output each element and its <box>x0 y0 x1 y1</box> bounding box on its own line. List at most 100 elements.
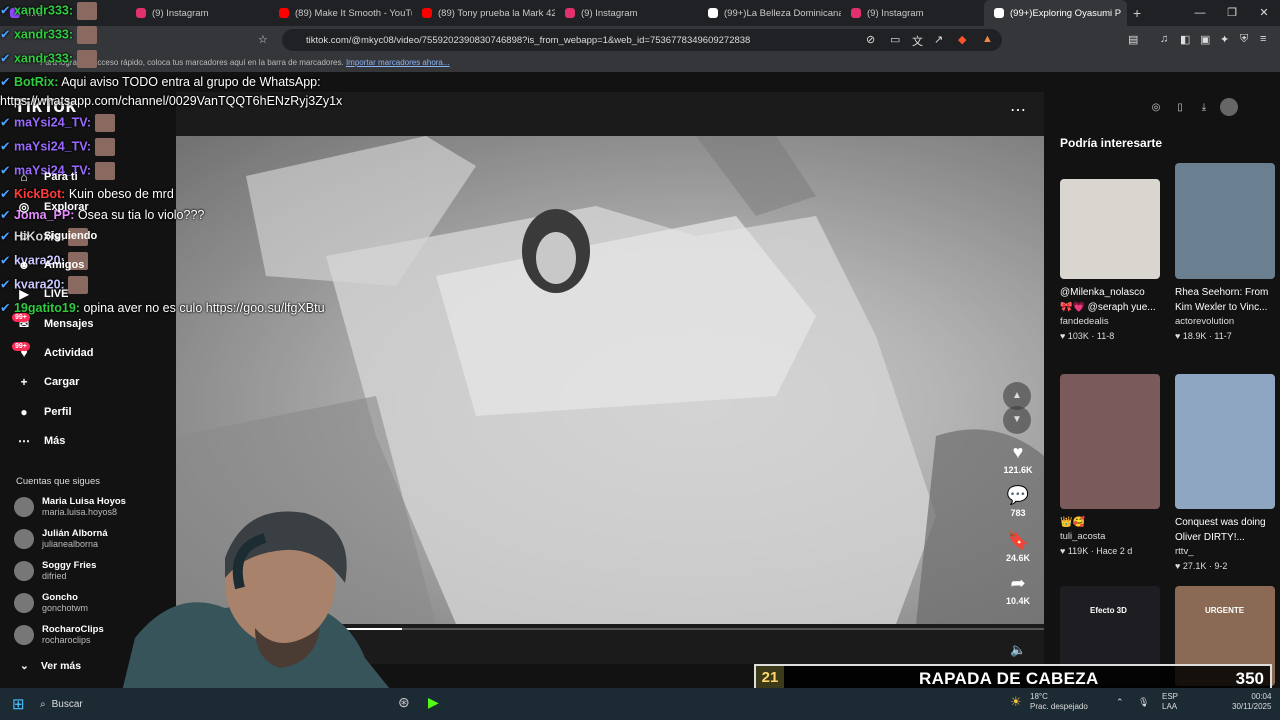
recommended-video-card[interactable]: @Milenka_nolasco 🎀💗 @seraph yue... fandede… <box>1060 179 1160 343</box>
search-icon: ⌕ <box>40 698 46 710</box>
goal-title: RAPADA DE CABEZA <box>919 669 1099 688</box>
nav-item-7[interactable]: + Cargar <box>16 375 79 389</box>
chat-username[interactable]: xandr333: <box>14 3 73 17</box>
share-button[interactable]: ➦ 10.4K <box>998 573 1038 606</box>
volume-icon[interactable]: 🔈 <box>1010 642 1026 658</box>
chat-message: ✔ BotRix: Aqui aviso TODO entra al grupo… <box>0 74 321 89</box>
coin-icon[interactable]: ◎ <box>1148 102 1164 113</box>
import-bookmarks-link[interactable]: Importar marcadores ahora... <box>346 58 450 67</box>
avatar <box>14 561 34 581</box>
video-thumbnail[interactable] <box>1175 163 1275 279</box>
taskbar-search[interactable]: ⌕ Buscar <box>40 694 110 714</box>
recommended-video-card[interactable]: Rhea Seehorn: From Kim Wexler to Vinc... a… <box>1175 163 1275 343</box>
badge-icon: ✔ <box>0 187 14 201</box>
following-item[interactable]: RocharoClips rocharoclips <box>14 624 104 646</box>
sidebar-toggle-icon[interactable]: ▤ <box>1128 33 1138 46</box>
brave-icon[interactable]: ◆ <box>958 33 966 46</box>
nav-item-9[interactable]: ⋯ Más <box>16 434 65 448</box>
badge-icon: ✔ <box>0 253 14 268</box>
language-indicator[interactable]: ESP LAA <box>1162 692 1178 712</box>
following-item[interactable]: Maria Luisa Hoyos maria.luisa.hoyos8 <box>14 496 126 518</box>
see-more-button[interactable]: ⌄ Ver más <box>20 660 81 672</box>
rewards-icon[interactable]: ▲ <box>982 33 993 45</box>
device-icon[interactable]: ▯ <box>1172 102 1188 113</box>
maximize-button[interactable]: ❐ <box>1216 0 1248 26</box>
chat-username[interactable]: BotRix: <box>14 75 58 89</box>
panel-icon[interactable]: ◧ <box>1180 33 1190 46</box>
nav-item-2[interactable]: ☺ Siguiendo <box>16 229 97 243</box>
chat-username[interactable]: xandr333: <box>14 27 73 41</box>
card-title: 👑🥰 <box>1060 517 1085 528</box>
tray-chevron-icon[interactable]: ⌃ <box>1116 697 1124 708</box>
tab-favicon-icon <box>279 8 289 18</box>
browser-tab[interactable]: (89) Tony prueba la Mark 42 # <box>412 0 555 26</box>
weather-icon: ☀ <box>1010 694 1022 709</box>
video-thumbnail[interactable] <box>1060 179 1160 279</box>
address-bar-row: ☆ tiktok.com/@mkyc08/video/7559202390830… <box>0 26 1280 54</box>
browser-tab[interactable]: (9) Instagram <box>126 0 269 26</box>
video-thumbnail[interactable] <box>1060 374 1160 509</box>
wallet-icon[interactable]: ▣ <box>1200 33 1210 46</box>
nav-label: Mensajes <box>44 318 94 330</box>
next-video-button[interactable]: ▼ <box>1003 406 1031 434</box>
new-tab-button[interactable]: + <box>1133 5 1141 21</box>
app-icon[interactable]: ⊛ <box>398 694 410 711</box>
video-thumbnail[interactable] <box>1175 374 1275 509</box>
following-item[interactable]: Julián Alborná julianealborna <box>14 528 108 550</box>
nav-item-8[interactable]: ● Perfil <box>16 405 71 419</box>
screen-icon[interactable]: ▭ <box>890 33 900 46</box>
share-icon[interactable]: ↗ <box>934 33 943 46</box>
following-username: gonchotwm <box>42 603 89 613</box>
chat-username[interactable]: KickBot: <box>14 187 65 201</box>
chat-username[interactable]: maYsi24_TV: <box>14 115 91 129</box>
minimize-button[interactable]: — <box>1184 0 1216 26</box>
tab-favicon-icon <box>994 8 1004 18</box>
nav-item-3[interactable]: ☻ Amigos <box>16 258 85 272</box>
emote-icon <box>76 2 97 20</box>
browser-tab[interactable]: (99+)La Belleza Dominicana en <box>698 0 841 26</box>
chat-message: ✔ maYsi24_TV: <box>0 114 115 132</box>
card-title: Rhea Seehorn: From <box>1175 287 1269 298</box>
weather-widget[interactable]: 18°C Prac. despejado <box>1030 692 1088 712</box>
browser-tab[interactable]: (9) Instagram <box>555 0 698 26</box>
following-item[interactable]: Goncho gonchotwm <box>14 592 88 614</box>
bookmark-icon[interactable]: ☆ <box>258 33 268 46</box>
kick-app-icon[interactable]: ▶ <box>428 694 439 711</box>
leo-icon[interactable]: ✦ <box>1220 33 1229 46</box>
windows-start-icon[interactable]: ⊞ <box>12 695 25 713</box>
nav-label: Explorar <box>44 201 89 213</box>
following-name: Soggy Fries <box>42 560 97 571</box>
chat-username[interactable]: xandr333: <box>14 51 73 65</box>
close-window-button[interactable]: ✕ <box>1248 0 1280 26</box>
following-header: Cuentas que sigues <box>16 476 100 487</box>
clock[interactable]: 00:04 30/11/2025 <box>1232 692 1271 712</box>
tab-label: (9) Instagram <box>152 7 209 19</box>
download-icon[interactable]: ⤓ <box>1196 102 1212 113</box>
chat-message: ✔ xandr333: <box>0 2 97 20</box>
menu-icon[interactable]: ≡ <box>1260 33 1266 45</box>
nav-item-1[interactable]: ◎ Explorar <box>16 200 89 214</box>
browser-tab[interactable]: (9) Instagram <box>841 0 984 26</box>
like-button[interactable]: ♥ 121.6K <box>998 442 1038 475</box>
recommended-video-card[interactable]: 👑🥰 tuli_acosta ♥ 119K · Hace 2 d <box>1060 374 1160 558</box>
chevron-down-icon: ⌄ <box>20 660 29 672</box>
music-icon[interactable]: ♫ <box>1160 33 1168 45</box>
comment-button[interactable]: 💬 783 <box>998 485 1038 518</box>
microphone-icon[interactable]: 🎙 <box>1138 697 1149 708</box>
chat-message: ✔ 19gatito19: opina aver no es culo http… <box>0 300 325 315</box>
more-options-icon[interactable]: ⋯ <box>1010 100 1026 120</box>
card-author: tuli_acosta <box>1060 531 1106 542</box>
chat-username[interactable]: maYsi24_TV: <box>14 139 91 153</box>
nav-item-4[interactable]: ▶ LIVE <box>16 287 68 301</box>
translate-icon[interactable]: 文 <box>912 33 923 49</box>
reader-icon[interactable]: ⊘ <box>866 33 875 46</box>
profile-avatar[interactable] <box>1220 98 1238 116</box>
chat-message: ✔ maYsi24_TV: <box>0 138 115 156</box>
following-item[interactable]: Soggy Fries difried <box>14 560 96 582</box>
browser-tab[interactable]: (89) Make It Smooth - YouTube <box>269 0 412 26</box>
browser-tab[interactable]: (99+)Exploring Oyasumi P✕ <box>984 0 1127 26</box>
nav-item-0[interactable]: ⌂ Para ti <box>16 170 77 184</box>
recommended-video-card[interactable]: Conquest was doing Oliver DIRTY!... rttv_ ♥… <box>1175 374 1275 573</box>
vpn-icon[interactable]: ⛨ <box>1240 33 1248 46</box>
save-button[interactable]: 🔖 24.6K <box>998 530 1038 563</box>
